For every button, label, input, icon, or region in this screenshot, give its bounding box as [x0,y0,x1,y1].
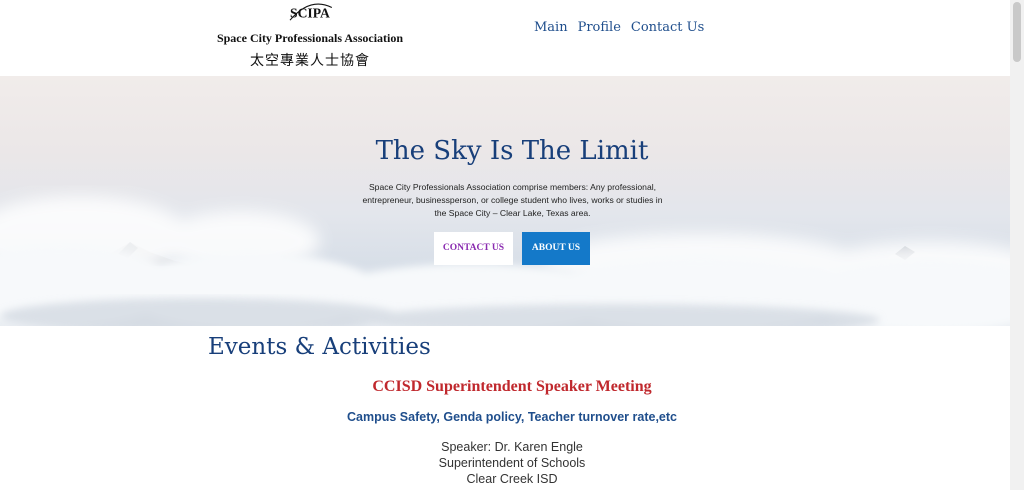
speaker-info: Speaker: Dr. Karen Engle Superintendent … [0,439,1024,487]
logo-org-name: Space City Professionals Association [216,31,404,45]
speaker-name: Speaker: Dr. Karen Engle [441,440,583,454]
contact-us-button[interactable]: CONTACT US [434,232,513,265]
event-title: CCISD Superintendent Speaker Meeting [372,378,652,395]
speaker-organization: Clear Creek ISD [466,472,558,486]
scipa-logo-mark: SCIPA [289,3,333,21]
event-topics: Campus Safety, Genda policy, Teacher tur… [347,410,677,424]
events-heading: Events & Activities [208,334,431,360]
speaker-role: Superintendent of Schools [438,456,586,470]
hero-banner: The Sky Is The Limit Space City Professi… [0,76,1010,326]
scrollbar-thumb[interactable] [1013,2,1021,62]
hero-description: Space City Professionals Association com… [362,182,663,218]
site-header: SCIPA Space City Professionals Associati… [0,0,1010,76]
nav-link-main[interactable]: Main [534,20,568,35]
site-logo[interactable]: SCIPA Space City Professionals Associati… [212,0,408,74]
nav-link-profile[interactable]: Profile [578,20,621,35]
main-nav: Main Profile Contact Us [534,20,704,35]
about-us-button[interactable]: ABOUT US [522,232,590,265]
logo-chinese-name: 太空專業人士協會 [250,53,370,69]
nav-link-contact-us[interactable]: Contact Us [631,20,704,35]
logo-mark-text: SCIPA [290,5,330,20]
hero-title: The Sky Is The Limit [375,136,649,166]
